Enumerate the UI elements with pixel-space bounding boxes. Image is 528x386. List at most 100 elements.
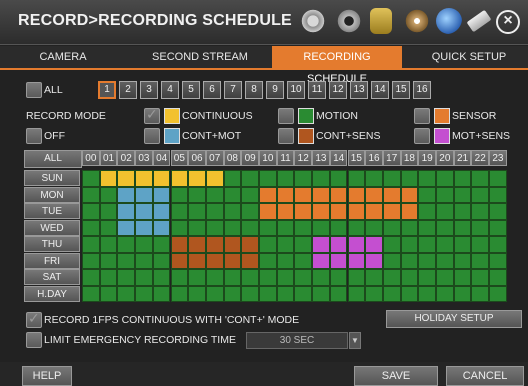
schedule-cell[interactable]: [294, 186, 313, 203]
day-header-mon[interactable]: MON: [24, 186, 80, 203]
schedule-cell[interactable]: [382, 285, 401, 302]
day-header-thu[interactable]: THU: [24, 236, 80, 252]
schedule-cell[interactable]: [436, 203, 454, 220]
schedule-cell[interactable]: [276, 203, 295, 220]
schedule-cell[interactable]: [205, 186, 224, 203]
save-button[interactable]: SAVE: [354, 366, 438, 386]
schedule-cell[interactable]: [188, 219, 206, 236]
camera-button-9[interactable]: 9: [266, 81, 284, 99]
record-1fps-checkbox[interactable]: [26, 310, 42, 328]
hour-header-06[interactable]: 06: [188, 150, 206, 166]
schedule-cell[interactable]: [329, 269, 348, 286]
schedule-cell[interactable]: [347, 252, 366, 269]
camera-button-1[interactable]: 1: [98, 81, 116, 99]
schedule-cell[interactable]: [347, 203, 366, 220]
schedule-cell[interactable]: [135, 269, 153, 286]
schedule-cell[interactable]: [400, 269, 419, 286]
hour-header-16[interactable]: 16: [365, 150, 383, 166]
schedule-cell[interactable]: [170, 219, 189, 236]
schedule-cell[interactable]: [223, 203, 242, 220]
schedule-cell[interactable]: [400, 236, 419, 253]
schedule-cell[interactable]: [365, 170, 383, 187]
schedule-cell[interactable]: [170, 285, 189, 302]
schedule-cell[interactable]: [135, 285, 153, 302]
hour-header-10[interactable]: 10: [259, 150, 277, 166]
hour-header-17[interactable]: 17: [382, 150, 401, 166]
schedule-cell[interactable]: [117, 203, 136, 220]
schedule-cell[interactable]: [117, 170, 136, 187]
schedule-cell[interactable]: [170, 203, 189, 220]
schedule-cell[interactable]: [471, 203, 490, 220]
schedule-cell[interactable]: [400, 186, 419, 203]
schedule-cell[interactable]: [259, 252, 277, 269]
schedule-cell[interactable]: [489, 186, 507, 203]
schedule-cell[interactable]: [329, 219, 348, 236]
schedule-cell[interactable]: [418, 203, 436, 220]
hour-header-11[interactable]: 11: [276, 150, 295, 166]
schedule-cell[interactable]: [312, 219, 330, 236]
schedule-cell[interactable]: [135, 252, 153, 269]
schedule-cell[interactable]: [276, 252, 295, 269]
schedule-cell[interactable]: [418, 236, 436, 253]
mode-checkbox-4[interactable]: [278, 128, 294, 144]
schedule-cell[interactable]: [418, 269, 436, 286]
database-icon[interactable]: [370, 8, 392, 34]
schedule-cell[interactable]: [135, 186, 153, 203]
schedule-cell[interactable]: [329, 203, 348, 220]
schedule-cell[interactable]: [117, 252, 136, 269]
schedule-cell[interactable]: [223, 219, 242, 236]
schedule-cell[interactable]: [294, 252, 313, 269]
schedule-cell[interactable]: [276, 170, 295, 187]
help-button[interactable]: HELP: [22, 366, 72, 386]
schedule-cell[interactable]: [471, 170, 490, 187]
hour-header-01[interactable]: 01: [99, 150, 118, 166]
schedule-cell[interactable]: [188, 186, 206, 203]
chevron-down-icon[interactable]: ▼: [349, 332, 361, 349]
schedule-cell[interactable]: [418, 285, 436, 302]
schedule-cell[interactable]: [436, 186, 454, 203]
schedule-cell[interactable]: [117, 219, 136, 236]
hour-header-12[interactable]: 12: [294, 150, 313, 166]
schedule-cell[interactable]: [329, 236, 348, 253]
schedule-cell[interactable]: [205, 203, 224, 220]
hour-header-09[interactable]: 09: [241, 150, 259, 166]
schedule-cell[interactable]: [489, 203, 507, 220]
schedule-cell[interactable]: [312, 269, 330, 286]
camera-button-15[interactable]: 15: [392, 81, 410, 99]
schedule-cell[interactable]: [170, 170, 189, 187]
schedule-cell[interactable]: [241, 285, 259, 302]
schedule-cell[interactable]: [347, 186, 366, 203]
schedule-cell[interactable]: [382, 252, 401, 269]
schedule-cell[interactable]: [99, 203, 118, 220]
schedule-cell[interactable]: [99, 252, 118, 269]
schedule-cell[interactable]: [276, 219, 295, 236]
tab-camera[interactable]: CAMERA: [12, 46, 114, 68]
schedule-cell[interactable]: [471, 285, 490, 302]
gear-icon[interactable]: [300, 8, 326, 34]
schedule-cell[interactable]: [205, 269, 224, 286]
off-checkbox[interactable]: [26, 128, 42, 144]
schedule-cell[interactable]: [223, 236, 242, 253]
schedule-cell[interactable]: [347, 269, 366, 286]
schedule-cell[interactable]: [471, 219, 490, 236]
schedule-cell[interactable]: [418, 219, 436, 236]
schedule-cell[interactable]: [400, 219, 419, 236]
schedule-cell[interactable]: [135, 219, 153, 236]
schedule-cell[interactable]: [99, 285, 118, 302]
schedule-cell[interactable]: [312, 236, 330, 253]
schedule-cell[interactable]: [453, 219, 472, 236]
schedule-cell[interactable]: [276, 236, 295, 253]
schedule-cell[interactable]: [489, 170, 507, 187]
schedule-cell[interactable]: [382, 170, 401, 187]
day-header-wed[interactable]: WED: [24, 219, 80, 236]
schedule-cell[interactable]: [489, 236, 507, 253]
hour-header-21[interactable]: 21: [453, 150, 472, 166]
schedule-cell[interactable]: [471, 236, 490, 253]
schedule-cell[interactable]: [152, 269, 171, 286]
schedule-cell[interactable]: [312, 170, 330, 187]
schedule-cell[interactable]: [205, 252, 224, 269]
schedule-cell[interactable]: [259, 236, 277, 253]
schedule-cell[interactable]: [276, 186, 295, 203]
hour-header-20[interactable]: 20: [436, 150, 454, 166]
schedule-cell[interactable]: [188, 252, 206, 269]
